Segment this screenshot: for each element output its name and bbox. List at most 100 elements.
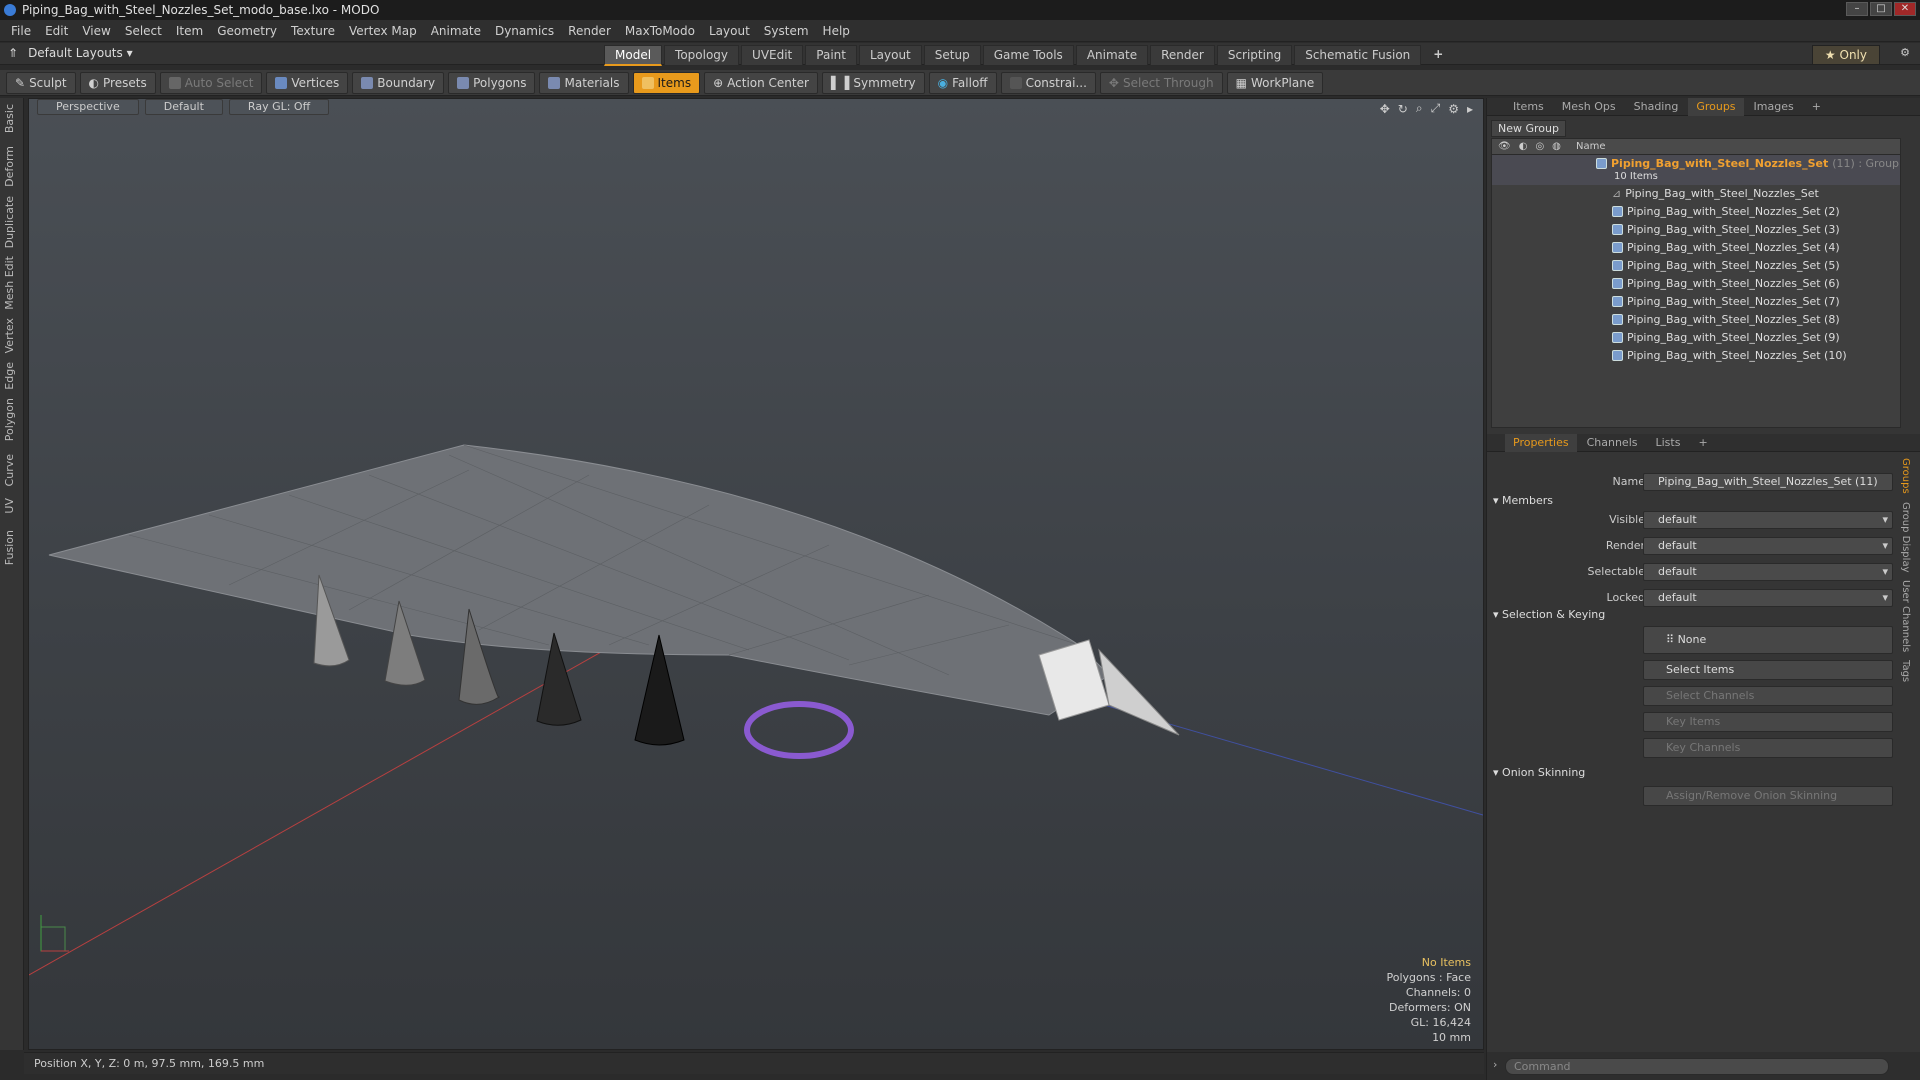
fit-icon[interactable]: ⤢	[1431, 101, 1441, 116]
tab-groups[interactable]: Groups	[1688, 97, 1744, 116]
tab-layout[interactable]: Layout	[858, 45, 922, 66]
layout-expand-icon[interactable]: ⇑	[8, 46, 18, 60]
layout-dropdown[interactable]: Default Layouts ▾	[28, 46, 133, 60]
boundary-button[interactable]: Boundary	[352, 71, 445, 94]
render-icon[interactable]: ◐	[1519, 141, 1528, 152]
action-center-button[interactable]: ⊕ Action Center	[704, 71, 818, 94]
group-child-row[interactable]: Piping_Bag_with_Steel_Nozzles_Set (3)	[1492, 221, 1900, 239]
tab-model[interactable]: Model	[604, 45, 663, 66]
selection-keying-section[interactable]: ▾ Selection & Keying	[1493, 608, 1605, 621]
render-select[interactable]: default	[1643, 537, 1893, 555]
vertices-button[interactable]: Vertices	[266, 71, 349, 94]
select-through-button[interactable]: ✥ Select Through	[1099, 71, 1223, 94]
group-child-row[interactable]: Piping_Bag_with_Steel_Nozzles_Set (2)	[1492, 203, 1900, 221]
menu-dynamics[interactable]: Dynamics	[488, 20, 561, 42]
auto-select-button[interactable]: Auto Select	[159, 71, 263, 94]
shading-dropdown[interactable]: Default	[144, 99, 223, 115]
menu-geometry[interactable]: Geometry	[210, 20, 284, 42]
vtab-group-display[interactable]: Group Display	[1900, 502, 1911, 572]
menu-vertex-map[interactable]: Vertex Map	[342, 20, 424, 42]
menu-view[interactable]: View	[75, 20, 117, 42]
menu-layout[interactable]: Layout	[702, 20, 757, 42]
tab-images[interactable]: Images	[1746, 98, 1802, 116]
menu-animate[interactable]: Animate	[424, 20, 488, 42]
vtab-user-channels[interactable]: User Channels	[1900, 580, 1911, 652]
tab-animate[interactable]: Animate	[1075, 45, 1149, 66]
tab-fusion[interactable]: Fusion	[3, 530, 16, 565]
group-child-row[interactable]: ⊿ Piping_Bag_with_Steel_Nozzles_Set	[1492, 185, 1900, 203]
group-root-row[interactable]: Piping_Bag_with_Steel_Nozzles_Set (11) :…	[1492, 155, 1900, 185]
none-button[interactable]: ⠿ None	[1643, 626, 1893, 654]
command-input[interactable]: Command	[1505, 1058, 1889, 1075]
symmetry-button[interactable]: ▌▐ Symmetry	[821, 71, 925, 94]
viewport-gear-icon[interactable]: ⚙	[1448, 102, 1459, 116]
group-child-row[interactable]: Piping_Bag_with_Steel_Nozzles_Set (5)	[1492, 257, 1900, 275]
locked-select[interactable]: default	[1643, 589, 1893, 607]
tab-items[interactable]: Items	[1505, 98, 1552, 116]
tab-uvedit[interactable]: UVEdit	[741, 45, 804, 66]
tab-basic[interactable]: Basic	[3, 104, 16, 133]
select-channels-button[interactable]: Select Channels	[1643, 686, 1893, 706]
only-button[interactable]: ★ Only	[1811, 45, 1880, 65]
vtab-tags[interactable]: Tags	[1900, 660, 1911, 682]
assign-onion-button[interactable]: Assign/Remove Onion Skinning	[1643, 786, 1893, 806]
gear-icon[interactable]: ⚙	[1900, 46, 1910, 59]
tab-channels[interactable]: Channels	[1579, 434, 1646, 452]
name-field[interactable]: Piping_Bag_with_Steel_Nozzles_Set (11)	[1643, 473, 1893, 491]
menu-maxtomodo[interactable]: MaxToModo	[618, 20, 702, 42]
tab-render[interactable]: Render	[1150, 45, 1215, 66]
menu-system[interactable]: System	[757, 20, 816, 42]
menu-render[interactable]: Render	[561, 20, 618, 42]
group-child-row[interactable]: Piping_Bag_with_Steel_Nozzles_Set (6)	[1492, 275, 1900, 293]
falloff-button[interactable]: ◉ Falloff	[928, 71, 997, 94]
polygons-button[interactable]: Polygons	[448, 71, 536, 94]
add-prop-tab-icon[interactable]: +	[1690, 434, 1715, 452]
onion-skinning-section[interactable]: ▾ Onion Skinning	[1493, 766, 1585, 779]
materials-button[interactable]: Materials	[539, 71, 629, 94]
workplane-button[interactable]: ▦ WorkPlane	[1226, 71, 1324, 94]
add-panel-tab-icon[interactable]: +	[1804, 98, 1829, 116]
visible-select[interactable]: default	[1643, 511, 1893, 529]
menu-file[interactable]: File	[4, 20, 38, 42]
tab-mesh-edit[interactable]: Mesh Edit	[3, 256, 16, 310]
zoom-icon[interactable]: ⌕	[1416, 101, 1423, 116]
tab-setup[interactable]: Setup	[923, 45, 981, 66]
tab-paint[interactable]: Paint	[805, 45, 857, 66]
tab-edge[interactable]: Edge	[3, 362, 16, 390]
new-group-button[interactable]: New Group	[1491, 120, 1566, 137]
group-child-row[interactable]: Piping_Bag_with_Steel_Nozzles_Set (7)	[1492, 293, 1900, 311]
key-items-button[interactable]: Key Items	[1643, 712, 1893, 732]
items-button[interactable]: Items	[632, 71, 701, 94]
select-items-button[interactable]: Select Items	[1643, 660, 1893, 680]
menu-select[interactable]: Select	[118, 20, 169, 42]
menu-edit[interactable]: Edit	[38, 20, 75, 42]
members-section[interactable]: ▾ Members	[1493, 494, 1553, 507]
tab-lists[interactable]: Lists	[1648, 434, 1689, 452]
tab-polygon[interactable]: Polygon	[3, 398, 16, 441]
raygl-toggle[interactable]: Ray GL: Off	[228, 99, 330, 115]
lock-icon[interactable]: ◎	[1535, 141, 1544, 152]
tab-scripting[interactable]: Scripting	[1216, 45, 1293, 66]
tab-uv[interactable]: UV	[3, 498, 16, 514]
tab-topology[interactable]: Topology	[664, 45, 740, 66]
tab-deform[interactable]: Deform	[3, 146, 16, 187]
tab-properties[interactable]: Properties	[1505, 433, 1577, 452]
maximize-icon[interactable]: □	[1870, 2, 1892, 16]
constraints-button[interactable]: Constrai...	[1000, 71, 1096, 94]
pan-icon[interactable]: ✥	[1380, 102, 1390, 116]
expand-arrow-icon[interactable]: ▸	[1467, 102, 1473, 116]
selectable-select[interactable]: default	[1643, 563, 1893, 581]
sculpt-button[interactable]: ✎ Sculpt	[6, 71, 76, 94]
close-icon[interactable]: ✕	[1894, 2, 1916, 16]
tab-duplicate[interactable]: Duplicate	[3, 196, 16, 248]
minimize-icon[interactable]: –	[1846, 2, 1868, 16]
key-channels-button[interactable]: Key Channels	[1643, 738, 1893, 758]
eye-icon[interactable]: 👁	[1498, 141, 1511, 152]
group-child-row[interactable]: Piping_Bag_with_Steel_Nozzles_Set (4)	[1492, 239, 1900, 257]
group-child-row[interactable]: Piping_Bag_with_Steel_Nozzles_Set (9)	[1492, 329, 1900, 347]
tab-mesh-ops[interactable]: Mesh Ops	[1554, 98, 1624, 116]
tab-schematic-fusion[interactable]: Schematic Fusion	[1294, 45, 1422, 66]
vtab-groups[interactable]: Groups	[1900, 458, 1911, 494]
3d-viewport[interactable]: Perspective Default Ray GL: Off ✥ ↻ ⌕ ⤢ …	[28, 98, 1484, 1050]
add-tab-icon[interactable]: +	[1423, 45, 1453, 66]
